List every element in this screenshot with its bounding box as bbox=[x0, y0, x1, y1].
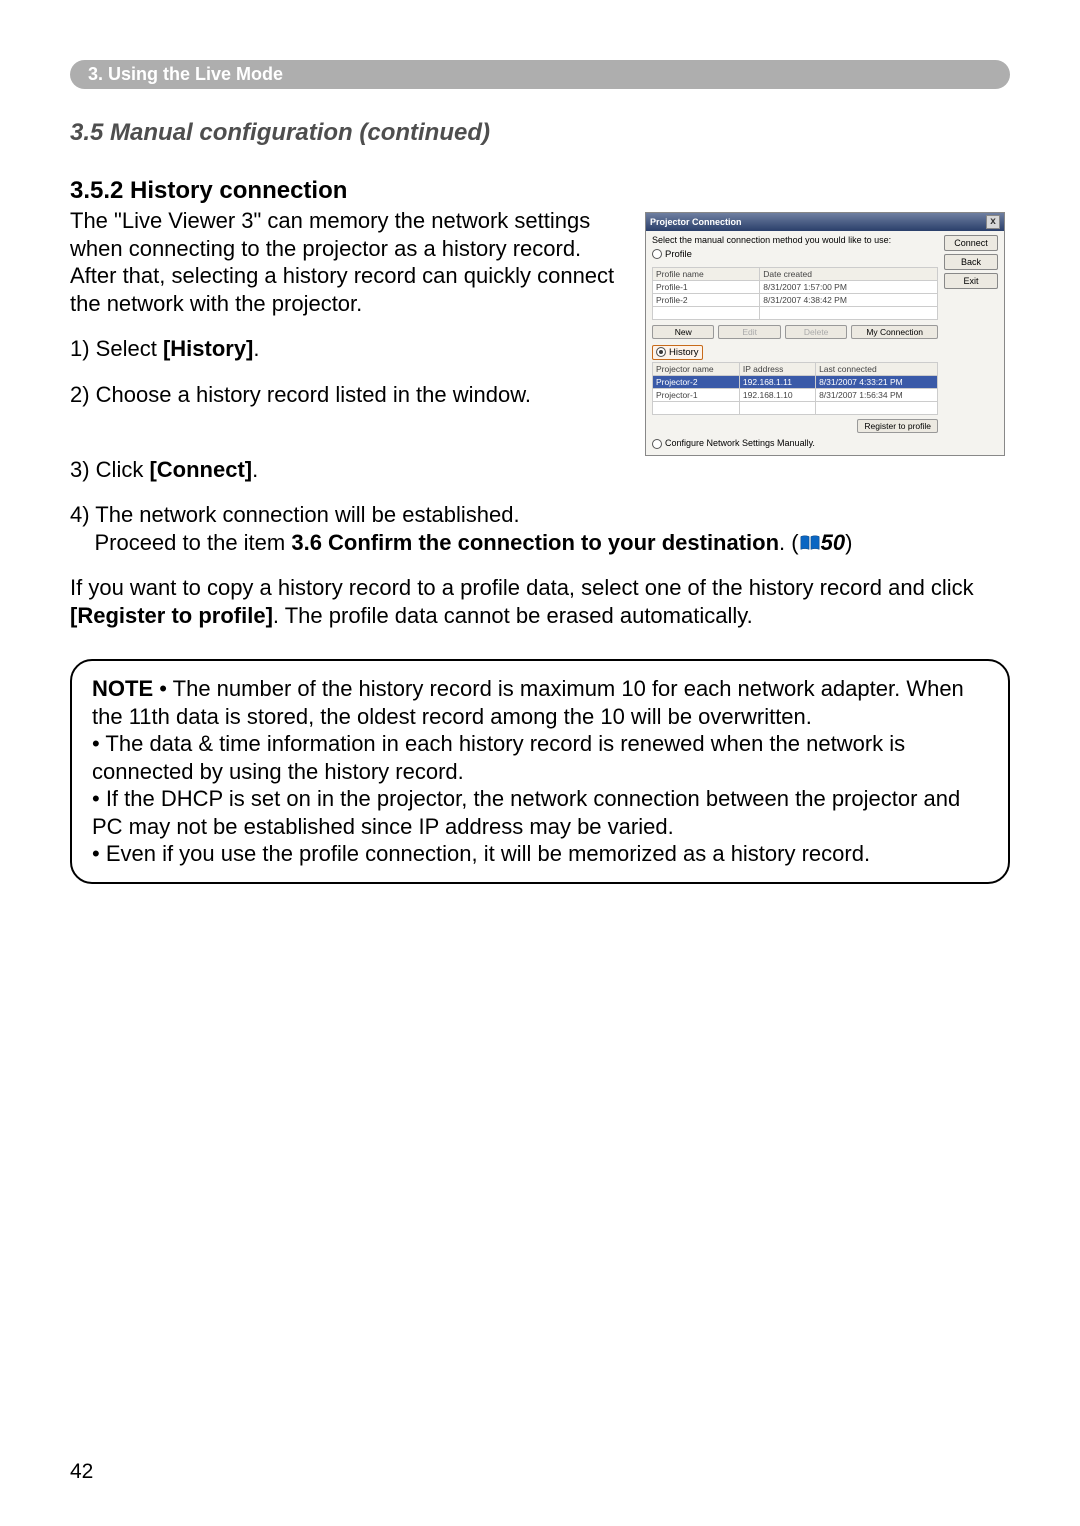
fullwidth-text: 3) Click [Connect]. 4) The network conne… bbox=[70, 456, 1010, 630]
radio-icon bbox=[652, 249, 662, 259]
step4-line2-pre: Proceed to the item bbox=[94, 530, 291, 555]
register-row: Register to profile bbox=[652, 419, 938, 433]
exit-button[interactable]: Exit bbox=[944, 273, 998, 289]
close-icon[interactable]: x bbox=[986, 215, 1000, 229]
note-bullet-2: • The data & time information in each hi… bbox=[92, 731, 905, 784]
profile-header-date: Date created bbox=[760, 268, 938, 281]
intro-paragraph: The "Live Viewer 3" can memory the netwo… bbox=[70, 207, 625, 317]
register-to-profile-button[interactable]: Register to profile bbox=[857, 419, 938, 433]
radio-history-label: History bbox=[669, 347, 699, 358]
my-connection-button[interactable]: My Connection bbox=[851, 325, 938, 339]
back-button[interactable]: Back bbox=[944, 254, 998, 270]
dialog-titlebar: Projector Connection x bbox=[646, 213, 1004, 231]
radio-manual[interactable]: Configure Network Settings Manually. bbox=[652, 438, 938, 449]
note-label: NOTE bbox=[92, 676, 153, 701]
new-button[interactable]: New bbox=[652, 325, 714, 339]
table-row[interactable]: Profile-2 8/31/2007 4:38:42 PM bbox=[653, 294, 938, 307]
step1-bold: [History] bbox=[163, 336, 253, 361]
content-wrap: The "Live Viewer 3" can memory the netwo… bbox=[70, 207, 1010, 456]
dialog-left: Select the manual connection method you … bbox=[652, 235, 938, 449]
dialog: Projector Connection x Select the manual… bbox=[645, 212, 1005, 456]
radio-profile[interactable]: Profile bbox=[652, 248, 938, 265]
step1-pre: 1) Select bbox=[70, 336, 163, 361]
step4-line2-post: . ( bbox=[779, 530, 799, 555]
subtitle: 3.5 Manual configuration (continued) bbox=[70, 119, 1010, 147]
radio-icon bbox=[656, 347, 666, 357]
heading: 3.5.2 History connection bbox=[70, 177, 1010, 205]
profile-table: Profile name Date created Profile-1 8/31… bbox=[652, 267, 938, 320]
step-1: 1) Select [History]. bbox=[70, 335, 625, 363]
history-table: Projector name IP address Last connected… bbox=[652, 362, 938, 415]
book-icon bbox=[799, 534, 821, 552]
profile-button-row: New Edit Delete My Connection bbox=[652, 325, 938, 339]
delete-button[interactable]: Delete bbox=[785, 325, 847, 339]
copy-paragraph: If you want to copy a history record to … bbox=[70, 574, 1010, 629]
connect-button[interactable]: Connect bbox=[944, 235, 998, 251]
radio-profile-label: Profile bbox=[665, 249, 692, 260]
step4-line2-bold: 3.6 Confirm the connection to your desti… bbox=[291, 530, 779, 555]
step-2: 2) Choose a history record listed in the… bbox=[70, 381, 625, 409]
history-header-name: Projector name bbox=[653, 363, 740, 376]
step-4: 4) The network connection will be establ… bbox=[70, 501, 1010, 556]
table-row bbox=[653, 402, 938, 415]
radio-history[interactable]: History bbox=[652, 345, 703, 360]
step4-close: ) bbox=[845, 530, 852, 555]
dialog-right-buttons: Connect Back Exit bbox=[944, 235, 998, 449]
table-row bbox=[653, 307, 938, 320]
profile-header-name: Profile name bbox=[653, 268, 760, 281]
step3-bold: [Connect] bbox=[149, 457, 252, 482]
dialog-title: Projector Connection bbox=[650, 217, 742, 227]
dialog-prompt: Select the manual connection method you … bbox=[652, 235, 938, 245]
step4-line1: 4) The network connection will be establ… bbox=[70, 502, 520, 527]
step4-ref: 50 bbox=[821, 530, 845, 555]
radio-manual-label: Configure Network Settings Manually. bbox=[665, 438, 815, 448]
note-bullet-1: • The number of the history record is ma… bbox=[92, 676, 964, 729]
history-header-ip: IP address bbox=[739, 363, 815, 376]
table-row[interactable]: Projector-1 192.168.1.10 8/31/2007 1:56:… bbox=[653, 389, 938, 402]
copy-bold: [Register to profile] bbox=[70, 603, 273, 628]
page: 3. Using the Live Mode 3.5 Manual config… bbox=[0, 0, 1080, 1526]
history-header-last: Last connected bbox=[816, 363, 938, 376]
step3-post: . bbox=[252, 457, 258, 482]
screenshot: Projector Connection x Select the manual… bbox=[645, 212, 1010, 456]
table-row[interactable]: Projector-2 192.168.1.11 8/31/2007 4:33:… bbox=[653, 376, 938, 389]
copy-pre: If you want to copy a history record to … bbox=[70, 575, 974, 600]
note-box: NOTE • The number of the history record … bbox=[70, 659, 1010, 884]
radio-icon bbox=[652, 439, 662, 449]
dialog-body: Select the manual connection method you … bbox=[646, 231, 1004, 455]
note-bullet-4: • Even if you use the profile connection… bbox=[92, 841, 870, 866]
edit-button[interactable]: Edit bbox=[718, 325, 780, 339]
section-bar: 3. Using the Live Mode bbox=[70, 60, 1010, 89]
step3-pre: 3) Click bbox=[70, 457, 149, 482]
step-3: 3) Click [Connect]. bbox=[70, 456, 1010, 484]
table-row[interactable]: Profile-1 8/31/2007 1:57:00 PM bbox=[653, 281, 938, 294]
page-number: 42 bbox=[70, 1460, 93, 1484]
text-column: The "Live Viewer 3" can memory the netwo… bbox=[70, 207, 625, 426]
note-bullet-3: • If the DHCP is set on in the projector… bbox=[92, 786, 960, 839]
copy-post: . The profile data cannot be erased auto… bbox=[273, 603, 753, 628]
step1-post: . bbox=[253, 336, 259, 361]
